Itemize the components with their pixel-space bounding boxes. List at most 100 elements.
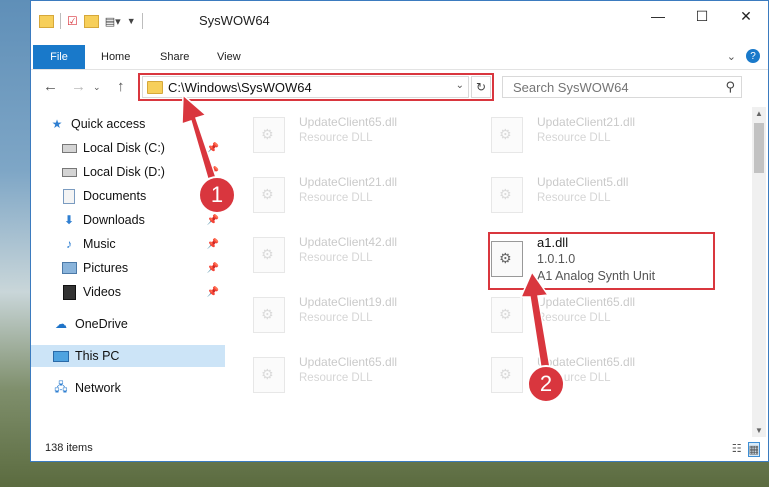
file-description: Resource DLL [299,312,373,324]
file-item[interactable]: UpdateClient21.dll Resource DLL [469,107,689,157]
search-icon[interactable]: ⚲ [725,79,735,95]
file-description: Resource DLL [299,252,373,264]
view-switcher: ☷ ▦ [732,442,760,457]
new-folder-icon[interactable] [83,14,99,28]
sidebar-item-local-disk-c[interactable]: Local Disk (C:) 📌 [61,137,225,159]
file-description: Resource DLL [537,312,611,324]
tab-share[interactable]: Share [160,45,189,69]
sidebar-item-downloads[interactable]: ⬇ Downloads 📌 [61,209,225,231]
help-icon[interactable]: ? [746,49,760,63]
sidebar-item-label: Downloads [83,213,145,227]
chevron-down-icon[interactable]: ▼ [127,16,136,26]
sidebar-item-onedrive[interactable]: ☁ OneDrive [53,313,225,335]
sidebar-item-network[interactable]: 🖧 Network [53,377,225,399]
pin-icon[interactable]: 📌 [207,239,219,250]
close-button[interactable]: ✕ [724,1,768,31]
computer-icon [53,349,69,363]
file-item[interactable]: UpdateClient65.dll Resource DLL [231,347,451,397]
documents-icon [61,188,77,204]
sidebar-item-label: This PC [75,349,120,363]
dll-file-icon [253,237,285,273]
sidebar-item-videos[interactable]: Videos 📌 [61,281,225,303]
pin-icon[interactable]: 📌 [207,143,219,154]
vertical-scrollbar[interactable]: ▲ ▼ [752,107,766,437]
address-highlight-box [138,73,494,101]
sidebar-item-label: Documents [83,189,147,203]
navigation-bar: ← → ⌄ ↑ C:\Windows\SysWOW64 ⌄ ↻ ⚲ [31,69,768,106]
file-item[interactable]: UpdateClient65.dll Resource DLL [469,347,689,397]
file-item[interactable]: UpdateClient65.dll Resource DLL [231,107,451,157]
divider [60,13,61,29]
file-description: Resource DLL [299,192,373,204]
window-controls: — ☐ ✕ [636,1,768,31]
item-count: 138 items [45,442,93,454]
dll-file-icon [491,297,523,333]
download-icon: ⬇ [63,213,75,227]
customize-qat-icon[interactable]: ▤▾ [105,15,121,28]
dll-file-icon [253,177,285,213]
sidebar-item-local-disk-d[interactable]: Local Disk (D:) 📌 [61,161,225,183]
file-item[interactable]: UpdateClient65.dll Resource DLL [469,287,689,337]
file-name: UpdateClient21.dll [299,175,398,189]
file-highlight-box [488,232,715,290]
status-bar: 138 items ☷ ▦ [31,437,768,461]
dll-file-icon [253,357,285,393]
star-icon: ★ [51,117,63,131]
divider [141,13,143,29]
search-box[interactable]: ⚲ [502,76,742,98]
folder-icon[interactable] [39,14,54,28]
file-name: UpdateClient42.dll [299,235,398,249]
file-name: UpdateClient65.dll [299,115,398,129]
file-item[interactable]: UpdateClient19.dll Resource DLL [231,287,451,337]
sidebar-item-label: Network [75,381,121,395]
tab-file[interactable]: File [33,45,85,69]
search-input[interactable] [511,78,715,96]
sidebar-item-this-pc[interactable]: This PC [31,345,225,367]
chevron-down-icon[interactable]: ⌄ [727,50,736,63]
sidebar-item-label: OneDrive [75,317,128,331]
file-description: Resource DLL [537,192,611,204]
pin-icon[interactable]: 📌 [207,215,219,226]
dll-file-icon [491,117,523,153]
cloud-icon: ☁ [55,317,67,331]
file-name: UpdateClient65.dll [299,355,398,369]
sidebar-item-label: Local Disk (C:) [83,141,165,155]
file-item[interactable]: UpdateClient5.dll Resource DLL [469,167,689,217]
details-view-icon[interactable]: ☷ [732,442,742,457]
maximize-button[interactable]: ☐ [680,1,724,31]
sidebar-item-label: Videos [83,285,121,299]
pictures-icon [61,261,77,275]
file-name: UpdateClient19.dll [299,295,398,309]
file-item[interactable]: UpdateClient42.dll Resource DLL [231,227,451,277]
tab-home[interactable]: Home [101,45,130,69]
properties-icon[interactable]: ☑ [67,14,78,28]
minimize-button[interactable]: — [636,1,680,31]
file-description: Resource DLL [299,372,373,384]
scroll-up-icon[interactable]: ▲ [755,109,763,118]
scroll-thumb[interactable] [754,123,764,173]
sidebar-item-label: Local Disk (D:) [83,165,165,179]
music-icon: ♪ [66,237,72,251]
drive-icon [61,165,77,179]
back-arrow-icon[interactable]: ← [43,78,58,95]
sidebar-item-label: Pictures [83,261,129,275]
pin-icon[interactable]: 📌 [207,287,219,298]
videos-icon [61,284,77,300]
scroll-down-icon[interactable]: ▼ [755,426,763,435]
drive-icon [61,141,77,155]
chevron-down-icon[interactable]: ⌄ [93,82,101,93]
sidebar-item-music[interactable]: ♪ Music 📌 [61,233,225,255]
pin-icon[interactable]: 📌 [207,263,219,274]
sidebar-item-pictures[interactable]: Pictures 📌 [61,257,225,279]
explorer-window: ☑ ▤▾ ▼ SysWOW64 — ☐ ✕ File Home Share Vi… [30,0,769,462]
quick-access-toolbar: ☑ ▤▾ ▼ [39,13,143,29]
tab-view[interactable]: View [217,45,241,69]
sidebar-item-quick-access[interactable]: ★ Quick access [49,113,243,135]
window-title: SysWOW64 [199,13,270,28]
dll-file-icon [491,177,523,213]
up-arrow-icon[interactable]: ↑ [117,78,125,95]
file-item[interactable]: UpdateClient21.dll Resource DLL [231,167,451,217]
tiles-view-icon[interactable]: ▦ [747,442,760,457]
step-marker-1: 1 [198,176,236,214]
forward-arrow-icon[interactable]: → [71,78,86,95]
